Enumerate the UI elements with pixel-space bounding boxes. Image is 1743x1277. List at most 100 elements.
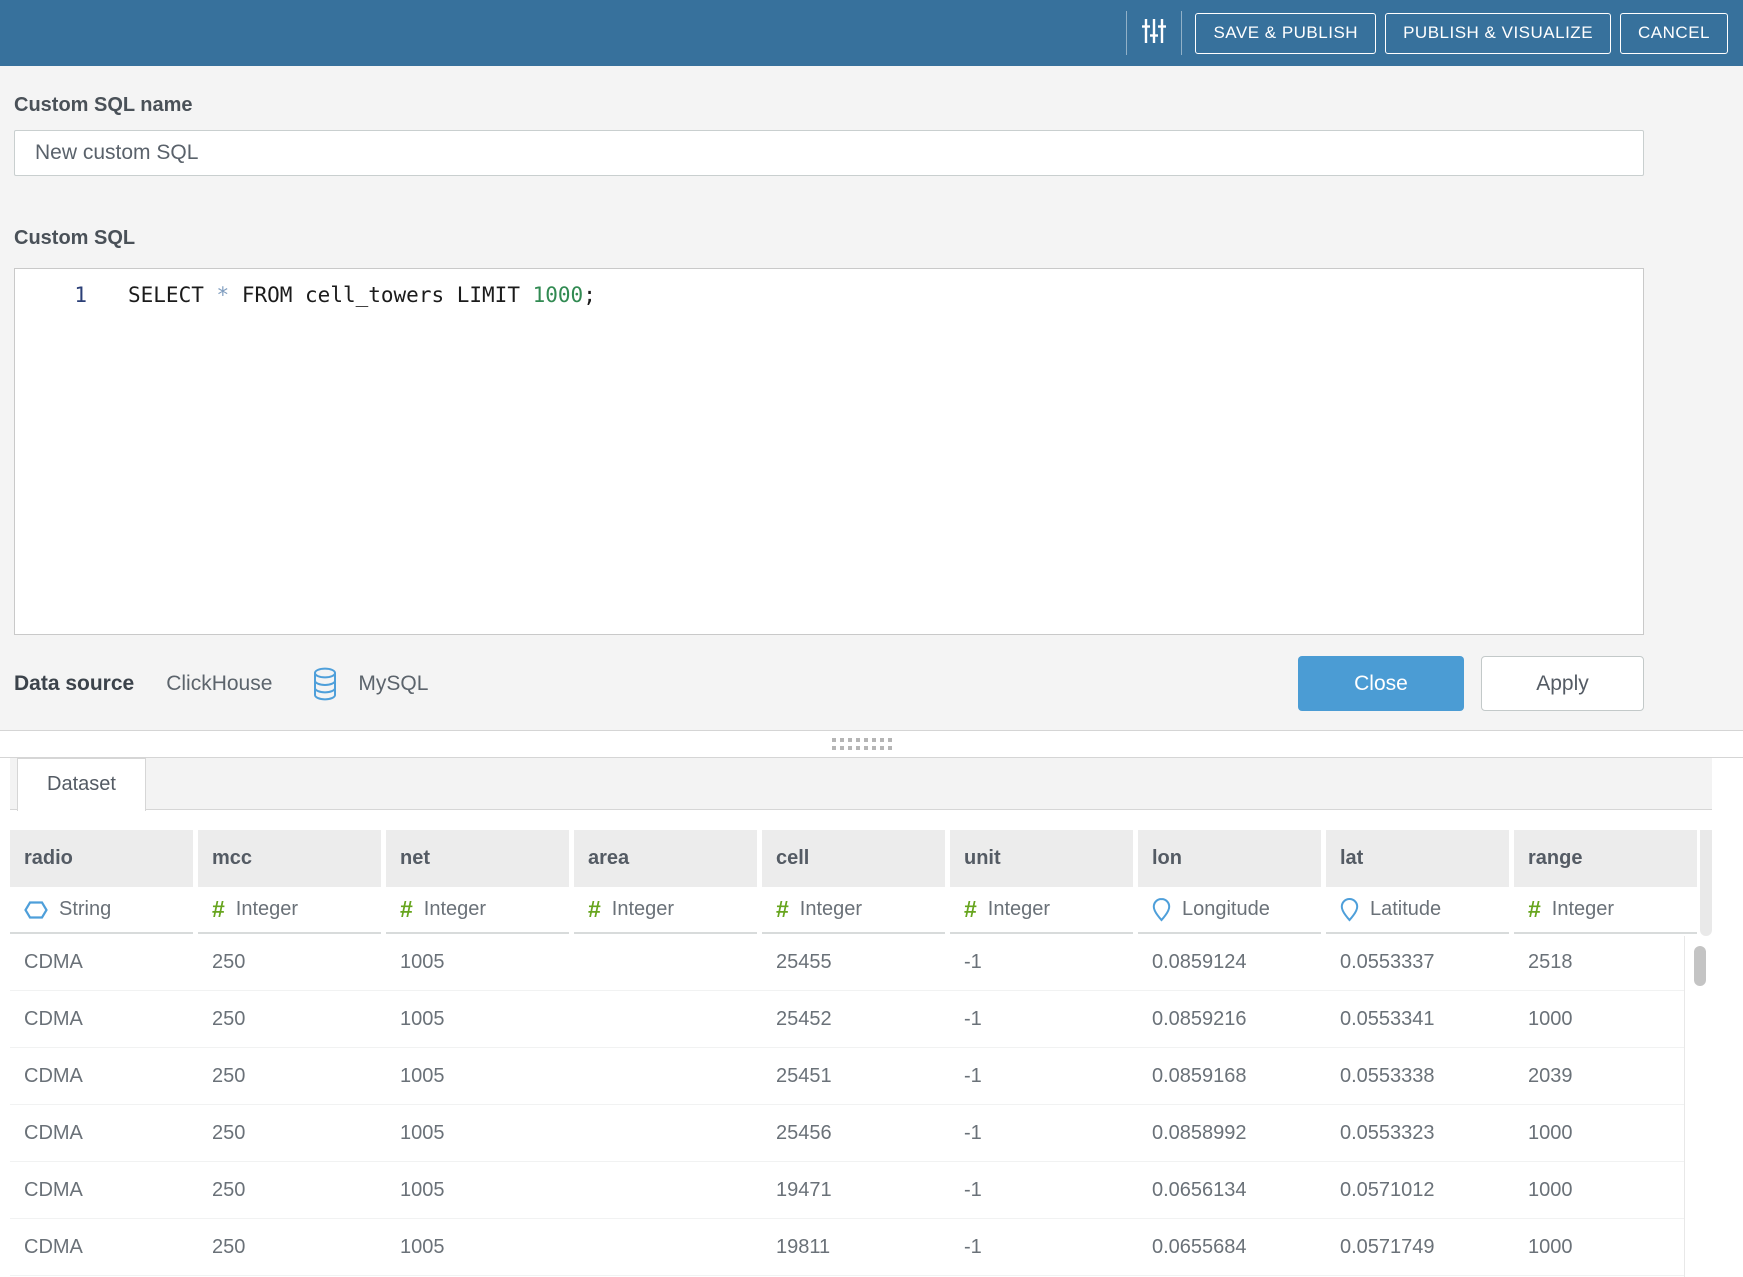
column-type-label: Longitude [1182,898,1270,921]
integer-icon: # [964,898,977,921]
column-type-label: Integer [1552,898,1614,921]
save-and-publish-button[interactable]: SAVE & PUBLISH [1195,13,1376,54]
column-type-unit[interactable]: # Integer [950,887,1133,934]
dataset-tabbar: Dataset [10,758,1712,810]
cell-area [574,1105,757,1161]
cell-unit: -1 [950,1219,1133,1275]
column-type-label: Integer [612,898,674,921]
cell-range: 1000 [1514,1105,1697,1161]
column-type-cell[interactable]: # Integer [762,887,945,934]
tab-dataset[interactable]: Dataset [17,758,146,811]
cell-range: 2039 [1514,1048,1697,1104]
cell-radio: CDMA [10,1105,193,1161]
column-type-label: Integer [988,898,1050,921]
cell-radio: CDMA [10,1048,193,1104]
cell-lat: 0.0553337 [1326,934,1509,990]
publish-and-visualize-button[interactable]: PUBLISH & VISUALIZE [1385,13,1611,54]
table-header-row: radiomccnetareacellunitlonlatrange [10,830,1697,887]
integer-icon: # [776,898,789,921]
column-type-mcc[interactable]: #Integer [198,887,381,934]
top-action-bar: SAVE & PUBLISH PUBLISH & VISUALIZE CANCE… [0,0,1743,66]
cell-unit: -1 [950,1105,1133,1161]
integer-icon: # [588,898,601,921]
cell-cell: 25456 [762,1105,945,1161]
cell-mcc: 250 [198,1219,381,1275]
cell-cell: 25455 [762,934,945,990]
cell-range: 2518 [1514,934,1697,990]
line-number: 1 [15,280,87,310]
cell-mcc: 250 [198,934,381,990]
string-icon [24,900,48,920]
column-type-net[interactable]: #Integer [386,887,569,934]
datasource-row: Data source ClickHouse MySQL Close Apply [14,656,1644,711]
cell-cell: 19471 [762,1162,945,1218]
close-button[interactable]: Close [1298,656,1464,711]
table-row: CDMA250100525456-10.08589920.05533231000 [10,1105,1697,1162]
dataset-preview-panel: Dataset radiomccnetareacellunitlonlatran… [0,758,1743,1277]
sql-editor[interactable]: 1 SELECT * FROM cell_towers LIMIT 1000; [14,268,1644,635]
cell-radio: CDMA [10,991,193,1047]
column-type-radio[interactable]: String [10,887,193,934]
scrollbar-thumb[interactable] [1694,946,1706,986]
sql-code-line: 1 SELECT * FROM cell_towers LIMIT 1000; [15,269,1643,310]
cell-area [574,991,757,1047]
cell-range: 1000 [1514,991,1697,1047]
cell-lat: 0.0571012 [1326,1162,1509,1218]
cell-area [574,1219,757,1275]
column-type-lon[interactable]: Longitude [1138,887,1321,934]
cell-unit: -1 [950,991,1133,1047]
custom-sql-label: Custom SQL [14,227,135,250]
integer-icon: # [212,898,225,921]
cell-lat: 0.0553341 [1326,991,1509,1047]
column-type-lat[interactable]: Latitude [1326,887,1509,934]
table-row: CDMA250100519471-10.06561340.05710121000 [10,1162,1697,1219]
cell-unit: -1 [950,934,1133,990]
column-type-label: Integer [800,898,862,921]
column-header-net: net [386,830,569,887]
cancel-button[interactable]: CANCEL [1620,13,1728,54]
column-type-range[interactable]: # Integer [1514,887,1697,934]
cell-lon: 0.0859216 [1138,991,1321,1047]
panel-resize-handle[interactable] [0,730,1743,758]
column-type-area[interactable]: # Integer [574,887,757,934]
datasource-engine: MySQL [358,672,428,696]
cell-lon: 0.0656134 [1138,1162,1321,1218]
sliders-settings-button[interactable] [1126,11,1182,55]
cell-net: 1005 [386,934,569,990]
column-header-area: area [574,830,757,887]
cell-area [574,1048,757,1104]
longitude-icon [1152,897,1171,922]
cell-net: 1005 [386,1219,569,1275]
cell-range: 1000 [1514,1162,1697,1218]
column-type-label: Integer [424,898,486,921]
table-body: CDMA250100525455-10.08591240.05533372518… [10,934,1697,1276]
cell-radio: CDMA [10,934,193,990]
cell-mcc: 250 [198,1162,381,1218]
apply-button[interactable]: Apply [1481,656,1644,711]
cell-mcc: 250 [198,991,381,1047]
custom-sql-form: Custom SQL name Custom SQL 1 SELECT * FR… [0,66,1743,730]
cell-cell: 25452 [762,991,945,1047]
table-type-row: String # Integer # Integer # Integer # Integer # I… [10,887,1697,934]
cell-lon: 0.0859168 [1138,1048,1321,1104]
datasource-name: ClickHouse [166,672,272,696]
cell-cell: 19811 [762,1219,945,1275]
latitude-icon [1340,897,1359,922]
cell-net: 1005 [386,1048,569,1104]
column-header-lat: lat [1326,830,1509,887]
custom-sql-name-input[interactable] [14,130,1644,176]
sql-code-text: SELECT * FROM cell_towers LIMIT 1000; [87,280,596,310]
cell-cell: 25451 [762,1048,945,1104]
integer-icon: # [1528,898,1541,921]
table-row: CDMA250100525452-10.08592160.05533411000 [10,991,1697,1048]
column-type-label: String [59,898,111,921]
scrollbar-header-strip [1700,830,1712,936]
cell-mcc: 250 [198,1105,381,1161]
cell-area [574,934,757,990]
table-vertical-scrollbar[interactable] [1684,936,1712,1277]
drag-dots-icon [832,738,892,750]
cell-mcc: 250 [198,1048,381,1104]
column-header-range: range [1514,830,1697,887]
table-row: CDMA250100519811-10.06556840.05717491000 [10,1219,1697,1276]
cell-range: 1000 [1514,1219,1697,1275]
